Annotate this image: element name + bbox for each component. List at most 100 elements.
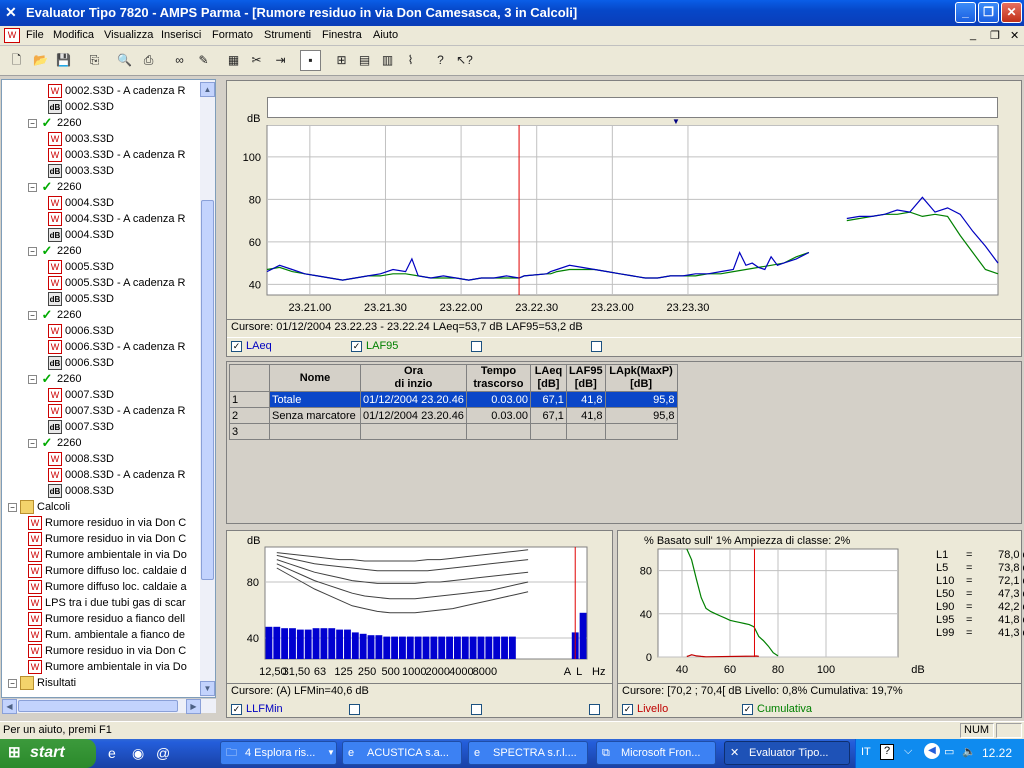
tree-item[interactable]: W 0006.S3D - A cadenza R	[48, 340, 185, 356]
open-folder-icon[interactable]: 📂	[30, 50, 51, 71]
tree-item[interactable]: dB 0008.S3D	[48, 484, 114, 500]
tree-item[interactable]: dB 0007.S3D	[48, 420, 114, 436]
grid-icon[interactable]: ▦	[223, 50, 244, 71]
help-tray-icon[interactable]: ?	[880, 744, 894, 760]
empty-checkbox-4[interactable]	[471, 703, 486, 715]
mdi-close-button[interactable]: ✕	[1010, 29, 1019, 42]
task-spectra[interactable]: e SPECTRA s.r.l....	[468, 741, 588, 765]
tree-item[interactable]: W 0008.S3D	[48, 452, 114, 468]
scroll-up-icon[interactable]: ▲	[200, 82, 215, 97]
laeq-checkbox[interactable]: ✓ LAeq	[231, 340, 272, 352]
chart-a-icon[interactable]: ⊞	[331, 50, 352, 71]
menu-modifica[interactable]: Modifica	[53, 29, 94, 41]
collapse-toggle-icon[interactable]: −	[28, 438, 37, 448]
menu-strumenti[interactable]: Strumenti	[264, 29, 311, 41]
tree-item[interactable]: − ✓ 2260	[28, 244, 81, 260]
collapse-toggle-icon[interactable]: −	[28, 310, 37, 320]
scroll-thumb[interactable]	[201, 200, 214, 580]
menu-visualizza[interactable]: Visualizza	[104, 29, 153, 41]
tree-item[interactable]: W Rumore ambientale in via Do	[28, 660, 187, 676]
collapse-toggle-icon[interactable]: −	[28, 118, 37, 128]
results-table[interactable]: Nome Ora di inzio Tempo trascorso LAeq [dB]…	[229, 364, 678, 440]
collapse-toggle-icon[interactable]: −	[8, 678, 17, 688]
tree-item[interactable]: − ✓ 2260	[28, 116, 81, 132]
collapse-toggle-icon[interactable]: −	[8, 502, 17, 512]
new-file-icon[interactable]: 🗋	[6, 50, 27, 71]
scroll-left-icon[interactable]: ◀	[2, 699, 17, 714]
volume-icon[interactable]: 🔈	[962, 745, 976, 758]
empty-checkbox-1[interactable]	[471, 340, 486, 352]
menu-inserisci[interactable]: Inserisci	[161, 29, 201, 41]
tree-item[interactable]: W Rumore residuo a fianco dell	[28, 612, 185, 628]
marker-icon[interactable]: ▪	[300, 50, 321, 71]
distribution-chart[interactable]: 0 40 80 40 60 80 100 dB	[618, 541, 928, 681]
spectrum-chart[interactable]: 408012,5031,50 63 125 250 500 1000 2000 4000 800…	[227, 541, 612, 687]
tree-item[interactable]: W Rumore diffuso loc. caldaie d	[28, 564, 187, 580]
scroll-right-icon[interactable]: ▶	[186, 699, 201, 714]
display-tray-icon[interactable]: ▭	[944, 745, 954, 758]
tree-item[interactable]: W 0005.S3D	[48, 260, 114, 276]
tree-item[interactable]: − ✓ 2260	[28, 180, 81, 196]
table-row[interactable]: 1 Totale 01/12/2004 23.20.46 0.03.00 67,…	[229, 391, 678, 408]
copy-icon[interactable]: ⎘	[84, 50, 105, 71]
tree-item[interactable]: dB 0005.S3D	[48, 292, 114, 308]
tree-item[interactable]: W 0005.S3D - A cadenza R	[48, 276, 185, 292]
chart-c-icon[interactable]: ▥	[377, 50, 398, 71]
tree-item[interactable]: W Rum. ambientale a fianco de	[28, 628, 185, 644]
tree-item[interactable]: dB 0004.S3D	[48, 228, 114, 244]
menu-formato[interactable]: Formato	[212, 29, 253, 41]
livello-checkbox[interactable]: ✓ Livello	[622, 703, 668, 715]
tree-item[interactable]: W 0004.S3D - A cadenza R	[48, 212, 185, 228]
collapse-toggle-icon[interactable]: −	[28, 374, 37, 384]
table-row[interactable]: 3	[229, 423, 678, 440]
cumulativa-checkbox[interactable]: ✓ Cumulativa	[742, 703, 812, 715]
tree-item[interactable]: W Rumore residuo in via Don C	[28, 644, 186, 660]
tree-item[interactable]: dB 0002.S3D	[48, 100, 114, 116]
context-help-icon[interactable]: ↖?	[454, 50, 475, 71]
tree-item[interactable]: − Calcoli	[8, 500, 70, 516]
collapse-toggle-icon[interactable]: −	[28, 182, 37, 192]
tree-item[interactable]: W LPS tra i due tubi gas di scar	[28, 596, 186, 612]
hscroll-thumb[interactable]	[18, 700, 178, 712]
tree-item[interactable]: W 0006.S3D	[48, 324, 114, 340]
task-evaluator[interactable]: ✕ Evaluator Tipo...	[724, 741, 850, 765]
tree-item[interactable]: − ✓ 2260	[28, 372, 81, 388]
media-quicklaunch-icon[interactable]: ◉	[132, 745, 144, 762]
empty-checkbox-2[interactable]	[591, 340, 606, 352]
time-history-chart[interactable]: 40 60 80 100 23.21.00 23.21.30 23.22.00 23.22.3…	[227, 125, 1023, 321]
mdi-minimize-button[interactable]: _	[970, 29, 976, 41]
task-acustica[interactable]: e ACUSTICA s.a...	[342, 741, 462, 765]
minimize-button[interactable]: _	[955, 2, 976, 23]
tree-item[interactable]: dB 0003.S3D	[48, 164, 114, 180]
task-esplora[interactable]: 🗀 4 Esplora ris... ▼	[220, 741, 337, 765]
task-frontpage[interactable]: ⧉ Microsoft Fron...	[596, 741, 716, 765]
table-row[interactable]: 2 Senza marcatore 01/12/2004 23.20.46 0.…	[229, 407, 678, 424]
chart-b-icon[interactable]: ▤	[354, 50, 375, 71]
print-icon[interactable]: ⎙	[138, 50, 159, 71]
menu-file[interactable]: File	[26, 29, 44, 41]
language-indicator[interactable]: IT	[861, 746, 871, 758]
export-icon[interactable]: ⇥	[270, 50, 291, 71]
print-preview-icon[interactable]: 🔍	[114, 50, 135, 71]
tree-item[interactable]: W 0008.S3D - A cadenza R	[48, 468, 185, 484]
tree-item[interactable]: W Rumore diffuso loc. caldaie a	[28, 580, 187, 596]
laf95-checkbox[interactable]: ✓ LAF95	[351, 340, 398, 352]
tree-item[interactable]: W 0003.S3D	[48, 132, 114, 148]
network-icon[interactable]: ⌵	[904, 745, 912, 758]
outlook-quicklaunch-icon[interactable]: @	[156, 745, 170, 761]
tree-item[interactable]: W 0002.S3D - A cadenza R	[48, 84, 185, 100]
tree-item[interactable]: − ✓ 2260	[28, 436, 81, 452]
empty-checkbox-5[interactable]	[589, 703, 604, 715]
edit-icon[interactable]: ✎	[193, 50, 214, 71]
tools-icon[interactable]: ✂	[246, 50, 267, 71]
tree-vertical-scrollbar[interactable]: ▲ ▼	[200, 80, 215, 697]
llfmin-checkbox[interactable]: ✓ LLFMin	[231, 703, 283, 715]
tree-item[interactable]: W Rumore ambientale in via Do	[28, 548, 187, 564]
tree-item[interactable]: W 0007.S3D - A cadenza R	[48, 404, 185, 420]
marker-strip[interactable]	[267, 97, 998, 118]
menu-aiuto[interactable]: Aiuto	[373, 29, 398, 41]
tree-item[interactable]: W 0007.S3D	[48, 388, 114, 404]
tray-expand-icon[interactable]: ◀	[924, 743, 940, 759]
empty-checkbox-3[interactable]	[349, 703, 364, 715]
chart-d-icon[interactable]: ⌇	[400, 50, 421, 71]
